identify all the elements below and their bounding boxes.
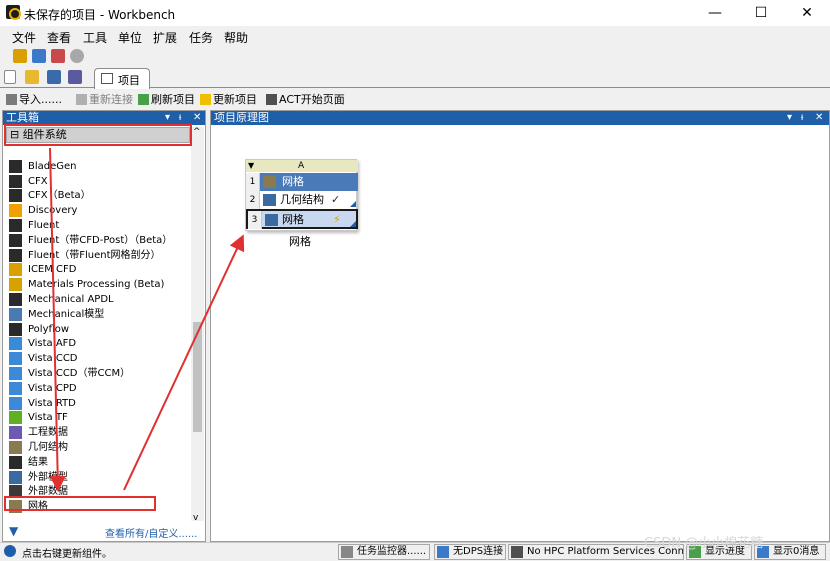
arrow-down-to-mesh (49, 147, 66, 492)
watermark: CSDN @小小棉花糖 (644, 536, 764, 551)
arrow-to-schematic (123, 234, 245, 491)
annotation-arrows (49, 147, 245, 492)
